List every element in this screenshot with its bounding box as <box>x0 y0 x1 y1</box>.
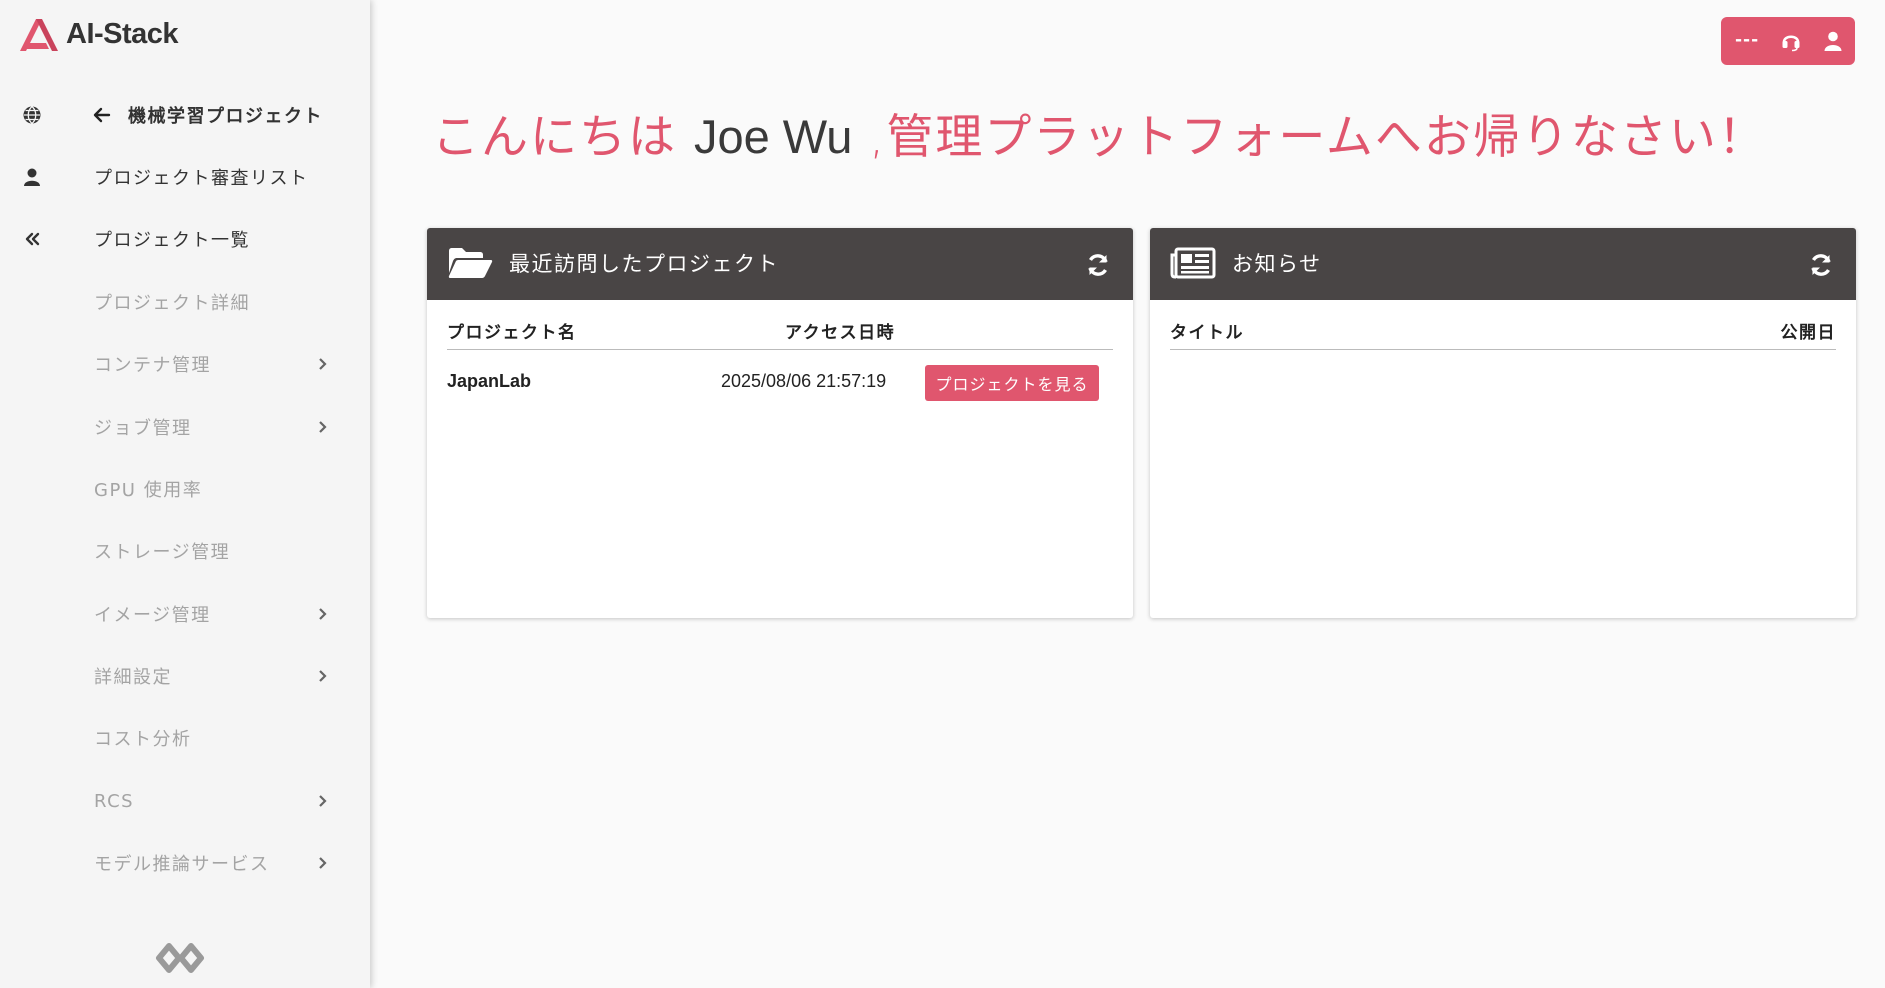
sidebar-item-label: 詳細設定 <box>94 667 172 688</box>
sidebar-item-label: RCS <box>94 790 135 812</box>
sidebar-item-label: イメージ管理 <box>94 605 211 626</box>
sidebar-item-label: コスト分析 <box>94 729 192 750</box>
sidebar-item-review-list[interactable]: プロジェクト審査リスト <box>0 152 370 202</box>
chevron-right-icon <box>319 608 327 620</box>
refresh-icon[interactable] <box>1808 252 1834 278</box>
sidebar-item-label: GPU 使用率 <box>94 480 203 501</box>
sidebar-item-label: プロジェクト一覧 <box>94 230 250 251</box>
column-header-publish-date: 公開日 <box>1780 323 1836 343</box>
sidebar-item-rcs[interactable]: RCS <box>0 776 370 826</box>
double-chevron-left-icon[interactable] <box>19 226 45 252</box>
column-header-project-name: プロジェクト名 <box>447 323 577 343</box>
table-header: プロジェクト名 アクセス日時 <box>447 318 1113 350</box>
sidebar-item-container[interactable]: コンテナ管理 <box>0 339 370 389</box>
app-logo[interactable]: AI-Stack <box>16 14 179 54</box>
status-text[interactable]: --- <box>1735 30 1759 50</box>
card-title: お知らせ <box>1232 252 1322 276</box>
project-name-cell[interactable]: JapanLab <box>447 371 531 392</box>
chevron-right-icon <box>319 421 327 433</box>
back-arrow-icon[interactable] <box>92 105 112 125</box>
notices-card: お知らせ タイトル 公開日 <box>1150 228 1856 618</box>
sidebar-item-gpu-usage[interactable]: GPU 使用率 <box>0 464 370 514</box>
folder-open-icon <box>448 248 493 278</box>
view-project-button[interactable]: プロジェクトを見る <box>925 365 1099 401</box>
sidebar-item-label: プロジェクト審査リスト <box>94 168 309 189</box>
sidebar-item-label: ストレージ管理 <box>94 542 231 563</box>
sidebar: AI-Stack 機械学習プロジェクト プロジェクト審査リスト プロジェクト一覧… <box>0 0 370 988</box>
sidebar-item-label: コンテナ管理 <box>94 355 211 376</box>
app-name: AI-Stack <box>66 17 179 50</box>
column-header-title: タイトル <box>1170 323 1244 343</box>
chevron-right-icon <box>319 795 327 807</box>
user-icon <box>19 164 45 190</box>
column-header-access-time: アクセス日時 <box>785 323 896 343</box>
refresh-icon[interactable] <box>1085 252 1111 278</box>
sidebar-item-storage[interactable]: ストレージ管理 <box>0 526 370 576</box>
user-icon[interactable] <box>1822 30 1844 52</box>
card-header: 最近訪問したプロジェクト <box>427 228 1133 300</box>
sidebar-item-job[interactable]: ジョブ管理 <box>0 402 370 452</box>
headset-icon[interactable] <box>1780 30 1802 52</box>
chevron-right-icon <box>319 670 327 682</box>
sidebar-item-label: プロジェクト詳細 <box>94 293 250 314</box>
access-time-cell: 2025/08/06 21:57:19 <box>721 371 887 391</box>
card-title: 最近訪問したプロジェクト <box>509 252 779 276</box>
table-header: タイトル 公開日 <box>1170 318 1836 350</box>
sidebar-item-project-list[interactable]: プロジェクト一覧 <box>0 214 370 264</box>
sidebar-item-cost-analysis[interactable]: コスト分析 <box>0 713 370 763</box>
sidebar-item-project-detail[interactable]: プロジェクト詳細 <box>0 277 370 327</box>
chevron-right-icon <box>319 857 327 869</box>
vendor-logo-icon <box>156 943 204 973</box>
globe-icon <box>19 102 45 128</box>
sidebar-item-ml-project[interactable]: 機械学習プロジェクト <box>0 90 370 140</box>
chevron-right-icon <box>319 358 327 370</box>
greeting-suffix: ,管理プラットフォームへお帰りなさい！ <box>852 110 1767 165</box>
ai-stack-logo-icon <box>20 19 58 51</box>
card-header: お知らせ <box>1150 228 1856 300</box>
sidebar-item-image[interactable]: イメージ管理 <box>0 589 370 639</box>
user-name: Joe Wu <box>693 110 853 163</box>
newspaper-icon <box>1170 247 1216 279</box>
greeting-prefix: こんにちは <box>432 110 694 165</box>
header-action-group: --- <box>1721 17 1855 65</box>
sidebar-item-advanced-settings[interactable]: 詳細設定 <box>0 651 370 701</box>
welcome-greeting: こんにちは Joe Wu ,管理プラットフォームへお帰りなさい！ <box>432 98 1767 167</box>
sidebar-item-label: 機械学習プロジェクト <box>128 106 323 127</box>
recent-projects-card: 最近訪問したプロジェクト プロジェクト名 アクセス日時 JapanLab 202… <box>427 228 1133 618</box>
sidebar-item-model-inference[interactable]: モデル推論サービス <box>0 838 370 888</box>
sidebar-item-label: モデル推論サービス <box>94 854 270 875</box>
sidebar-item-label: ジョブ管理 <box>94 418 192 439</box>
